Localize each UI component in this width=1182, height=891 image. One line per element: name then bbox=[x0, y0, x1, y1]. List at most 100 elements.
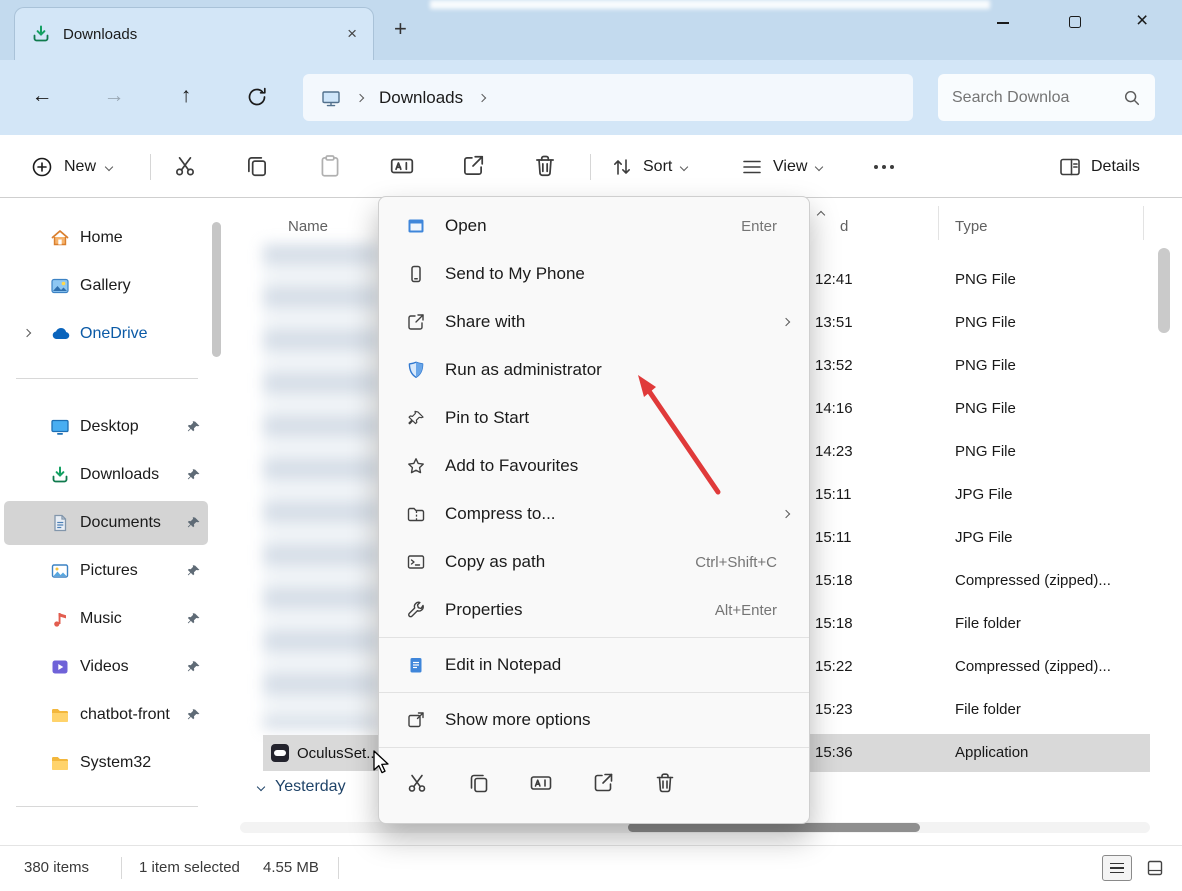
sidebar-item-home[interactable]: Home bbox=[4, 216, 208, 260]
new-tab-button[interactable]: + bbox=[394, 16, 407, 42]
menu-item-copy-as-path[interactable]: Copy as path Ctrl+Shift+C bbox=[379, 538, 809, 586]
search-input[interactable] bbox=[952, 89, 1123, 107]
search-box[interactable] bbox=[938, 74, 1155, 121]
rename-button[interactable] bbox=[389, 153, 416, 180]
tab-close-icon[interactable]: × bbox=[347, 24, 357, 44]
menu-item-edit-in-notepad[interactable]: Edit in Notepad bbox=[379, 641, 809, 689]
sidebar-item-music[interactable]: Music bbox=[4, 597, 208, 641]
tab-title: Downloads bbox=[63, 26, 335, 43]
sort-button[interactable]: Sort bbox=[610, 149, 687, 184]
sort-icon bbox=[610, 155, 634, 179]
menu-item-open[interactable]: Open Enter bbox=[379, 202, 809, 250]
new-button[interactable]: New bbox=[22, 149, 120, 184]
sidebar-item-documents[interactable]: Documents bbox=[4, 501, 208, 545]
cut-icon[interactable] bbox=[405, 771, 429, 795]
close-button[interactable]: × bbox=[1136, 9, 1148, 33]
share-icon bbox=[405, 311, 427, 333]
chevron-down-icon bbox=[815, 162, 823, 170]
maximize-button[interactable] bbox=[1069, 16, 1081, 28]
column-header-type[interactable]: Type bbox=[955, 218, 988, 235]
sidebar-item-desktop[interactable]: Desktop bbox=[4, 405, 208, 449]
phone-icon bbox=[405, 263, 427, 285]
item-count: 380 items bbox=[24, 859, 89, 876]
breadcrumb-location[interactable]: Downloads bbox=[379, 88, 463, 108]
wrench-icon bbox=[405, 599, 427, 621]
home-icon bbox=[50, 228, 70, 248]
cut-button[interactable] bbox=[172, 153, 199, 180]
vertical-scrollbar[interactable] bbox=[1158, 248, 1170, 333]
explorer-tab-downloads[interactable]: Downloads × bbox=[14, 7, 374, 60]
minimize-button[interactable] bbox=[997, 22, 1009, 24]
column-header-date[interactable]: d bbox=[840, 218, 848, 235]
large-icons-view-toggle[interactable] bbox=[1140, 855, 1170, 881]
menu-item-add-to-favourites[interactable]: Add to Favourites bbox=[379, 442, 809, 490]
back-button[interactable]: ← bbox=[28, 84, 56, 108]
breadcrumb-chevron-icon[interactable] bbox=[356, 93, 364, 101]
menu-item-run-as-administrator[interactable]: Run as administrator bbox=[379, 346, 809, 394]
sidebar-item-system32[interactable]: System32 bbox=[4, 741, 208, 785]
view-button[interactable]: View bbox=[740, 149, 822, 184]
column-header-name[interactable]: Name bbox=[288, 218, 328, 235]
view-label: View bbox=[773, 158, 807, 176]
sidebar-item-pictures[interactable]: Pictures bbox=[4, 549, 208, 593]
more-options-button[interactable] bbox=[874, 149, 894, 184]
documents-icon bbox=[50, 513, 70, 533]
details-pane-button[interactable]: Details bbox=[1058, 149, 1140, 184]
sidebar-item-chatbot-front[interactable]: chatbot-front bbox=[4, 693, 208, 737]
share-button[interactable] bbox=[460, 153, 487, 180]
search-icon[interactable] bbox=[1123, 89, 1141, 107]
sidebar-item-videos[interactable]: Videos bbox=[4, 645, 208, 689]
column-divider[interactable] bbox=[1143, 206, 1144, 240]
horizontal-scrollbar[interactable] bbox=[628, 823, 920, 832]
notepad-icon bbox=[405, 654, 427, 676]
menu-item-compress-to[interactable]: Compress to... bbox=[379, 490, 809, 538]
pin-icon bbox=[187, 468, 201, 482]
rename-icon[interactable] bbox=[529, 771, 553, 795]
pin-icon bbox=[187, 612, 201, 626]
share-icon[interactable] bbox=[591, 771, 615, 795]
refresh-button[interactable] bbox=[246, 86, 274, 108]
sidebar-item-onedrive[interactable]: OneDrive bbox=[4, 312, 208, 356]
details-label: Details bbox=[1091, 158, 1140, 176]
status-bar: 380 items 1 item selected 4.55 MB bbox=[0, 845, 1182, 891]
submenu-chevron-icon bbox=[782, 510, 790, 518]
selected-file-oculussetup[interactable]: OculusSet... bbox=[263, 735, 378, 771]
titlebar: Downloads × + × bbox=[0, 0, 1182, 60]
desktop-icon bbox=[50, 417, 70, 437]
statusbar-divider bbox=[121, 857, 122, 879]
new-label: New bbox=[64, 158, 96, 176]
context-menu-quick-actions bbox=[379, 751, 809, 815]
column-divider[interactable] bbox=[938, 206, 939, 240]
menu-item-show-more-options[interactable]: Show more options bbox=[379, 696, 809, 744]
sidebar-scrollbar[interactable] bbox=[212, 222, 221, 357]
sidebar-item-downloads[interactable]: Downloads bbox=[4, 453, 208, 497]
zip-icon bbox=[405, 503, 427, 525]
sort-label: Sort bbox=[643, 158, 672, 176]
copy-icon[interactable] bbox=[467, 771, 491, 795]
group-header-yesterday[interactable]: Yesterday bbox=[258, 778, 346, 796]
details-view-toggle[interactable] bbox=[1102, 855, 1132, 881]
menu-item-properties[interactable]: Properties Alt+Enter bbox=[379, 586, 809, 634]
forward-button[interactable]: → bbox=[100, 84, 128, 108]
open-icon bbox=[405, 215, 427, 237]
statusbar-divider bbox=[338, 857, 339, 879]
sidebar-item-gallery[interactable]: Gallery bbox=[4, 264, 208, 308]
menu-item-share-with[interactable]: Share with bbox=[379, 298, 809, 346]
chevron-down-icon bbox=[105, 162, 113, 170]
delete-button[interactable] bbox=[532, 153, 559, 180]
toolbar-divider bbox=[150, 154, 151, 180]
sidebar-separator bbox=[16, 378, 198, 379]
delete-icon[interactable] bbox=[653, 771, 677, 795]
paste-button[interactable] bbox=[317, 153, 344, 180]
copy-button[interactable] bbox=[244, 153, 271, 180]
menu-item-pin-to-start[interactable]: Pin to Start bbox=[379, 394, 809, 442]
breadcrumb[interactable]: Downloads bbox=[303, 74, 913, 121]
menu-item-send-to-my-phone[interactable]: Send to My Phone bbox=[379, 250, 809, 298]
collapse-chevron-icon[interactable] bbox=[257, 783, 265, 791]
folder-icon bbox=[50, 753, 70, 773]
up-button[interactable]: ↑ bbox=[172, 84, 200, 108]
breadcrumb-chevron-icon[interactable] bbox=[478, 93, 486, 101]
expand-chevron-icon[interactable] bbox=[23, 329, 31, 337]
shield-icon bbox=[405, 359, 427, 381]
downloads-icon bbox=[50, 465, 70, 485]
